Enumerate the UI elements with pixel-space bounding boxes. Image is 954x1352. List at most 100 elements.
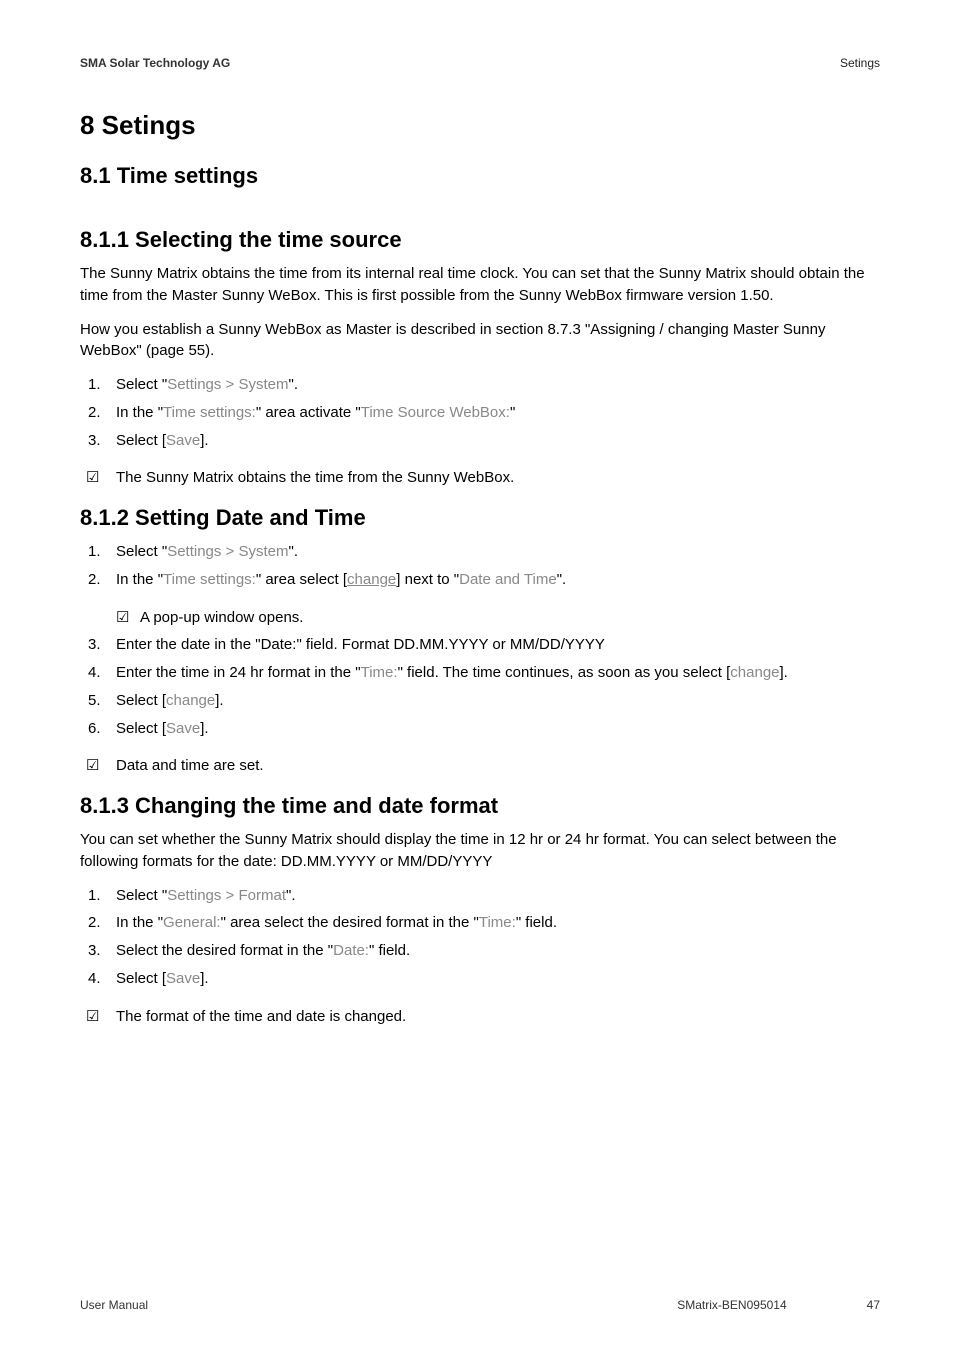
step-text: " area select [ bbox=[256, 571, 347, 588]
section-8-1-title: 8.1 Time settings bbox=[80, 163, 880, 189]
step-text: ]. bbox=[215, 692, 223, 709]
ui-text: Save bbox=[166, 432, 200, 449]
steps-list: 1. Select "Settings > System". 2. In the… bbox=[80, 374, 880, 451]
step-number: 2. bbox=[88, 912, 101, 934]
step-text: In the " bbox=[116, 571, 163, 588]
step-text: ". bbox=[289, 376, 299, 393]
ui-text: Date and Time bbox=[459, 571, 557, 588]
ui-text: change bbox=[166, 692, 215, 709]
check-icon: ☑ bbox=[86, 1006, 99, 1028]
step-item: 4. Select [Save]. bbox=[80, 968, 880, 990]
footer-page-number: 47 bbox=[867, 1298, 880, 1312]
check-icon: ☑ bbox=[86, 467, 99, 489]
header-company: SMA Solar Technology AG bbox=[80, 56, 230, 70]
step-item: 5. Select [change]. bbox=[80, 690, 880, 712]
step-number: 3. bbox=[88, 634, 101, 656]
result-line: ☑ Data and time are set. bbox=[80, 755, 880, 777]
section-8-1-3-title: 8.1.3 Changing the time and date format bbox=[80, 793, 880, 819]
step-text: " field. The time continues, as soon as … bbox=[398, 664, 731, 681]
step-item: 3. Select [Save]. bbox=[80, 430, 880, 452]
ui-link-text: change bbox=[347, 571, 396, 588]
step-text: In the " bbox=[116, 914, 163, 931]
step-text: Select [ bbox=[116, 720, 166, 737]
paragraph: How you establish a Sunny WebBox as Mast… bbox=[80, 319, 880, 363]
result-text: The format of the time and date is chang… bbox=[116, 1008, 406, 1025]
header-section: Setings bbox=[840, 56, 880, 70]
step-item: 1. Select "Settings > Format". bbox=[80, 885, 880, 907]
paragraph: The Sunny Matrix obtains the time from i… bbox=[80, 263, 880, 307]
step-number: 2. bbox=[88, 569, 101, 591]
step-text: Select [ bbox=[116, 432, 166, 449]
step-item: 2. In the "Time settings:" area select [… bbox=[80, 569, 880, 591]
ui-text: Save bbox=[166, 720, 200, 737]
sub-result-text: A pop-up window opens. bbox=[140, 609, 303, 626]
step-text: Enter the time in 24 hr format in the " bbox=[116, 664, 361, 681]
step-number: 4. bbox=[88, 662, 101, 684]
step-item: 4. Enter the time in 24 hr format in the… bbox=[80, 662, 880, 684]
step-text: Select " bbox=[116, 887, 167, 904]
chapter-title: 8 Setings bbox=[80, 110, 880, 141]
step-text: " area activate " bbox=[256, 404, 361, 421]
step-number: 3. bbox=[88, 940, 101, 962]
result-text: Data and time are set. bbox=[116, 757, 264, 774]
check-icon: ☑ bbox=[86, 755, 99, 777]
sub-result-line: ☑ A pop-up window opens. bbox=[80, 607, 880, 629]
step-number: 1. bbox=[88, 541, 101, 563]
ui-text: Settings > Format bbox=[167, 887, 286, 904]
step-number: 5. bbox=[88, 690, 101, 712]
step-text: Enter the date in the "Date:" field. For… bbox=[116, 636, 605, 653]
step-number: 3. bbox=[88, 430, 101, 452]
step-text: ]. bbox=[780, 664, 788, 681]
check-icon: ☑ bbox=[116, 607, 129, 629]
ui-text: change bbox=[730, 664, 779, 681]
step-text: ] next to " bbox=[396, 571, 459, 588]
step-number: 1. bbox=[88, 885, 101, 907]
step-item: 1. Select "Settings > System". bbox=[80, 541, 880, 563]
step-item: 1. Select "Settings > System". bbox=[80, 374, 880, 396]
step-item: 3. Select the desired format in the "Dat… bbox=[80, 940, 880, 962]
steps-list: 3. Enter the date in the "Date:" field. … bbox=[80, 634, 880, 739]
step-text: " bbox=[510, 404, 515, 421]
step-item: 2. In the "Time settings:" area activate… bbox=[80, 402, 880, 424]
ui-text: Time: bbox=[479, 914, 516, 931]
page-footer: User Manual SMatrix-BEN095014 47 bbox=[80, 1298, 880, 1312]
step-number: 1. bbox=[88, 374, 101, 396]
step-item: 6. Select [Save]. bbox=[80, 718, 880, 740]
ui-text: Time settings: bbox=[163, 571, 256, 588]
step-number: 2. bbox=[88, 402, 101, 424]
ui-text: Settings > System bbox=[167, 543, 288, 560]
section-8-1-2-title: 8.1.2 Setting Date and Time bbox=[80, 505, 880, 531]
ui-text: Time Source WebBox: bbox=[361, 404, 510, 421]
step-text: " field. bbox=[516, 914, 557, 931]
footer-document-code: SMatrix-BEN095014 bbox=[677, 1298, 786, 1312]
page-header: SMA Solar Technology AG Setings bbox=[80, 56, 880, 76]
step-text: " area select the desired format in the … bbox=[221, 914, 479, 931]
paragraph: You can set whether the Sunny Matrix sho… bbox=[80, 829, 880, 873]
step-text: ". bbox=[289, 543, 299, 560]
step-text: ]. bbox=[200, 432, 208, 449]
result-line: ☑ The format of the time and date is cha… bbox=[80, 1006, 880, 1028]
step-text: ". bbox=[557, 571, 567, 588]
step-number: 4. bbox=[88, 968, 101, 990]
step-text: Select [ bbox=[116, 970, 166, 987]
ui-text: Date: bbox=[333, 942, 369, 959]
step-text: Select [ bbox=[116, 692, 166, 709]
step-text: " field. bbox=[369, 942, 410, 959]
ui-text: Save bbox=[166, 970, 200, 987]
steps-list: 1. Select "Settings > System". 2. In the… bbox=[80, 541, 880, 591]
step-text: ]. bbox=[200, 720, 208, 737]
ui-text: General: bbox=[163, 914, 221, 931]
result-text: The Sunny Matrix obtains the time from t… bbox=[116, 469, 514, 486]
step-item: 2. In the "General:" area select the des… bbox=[80, 912, 880, 934]
step-text: Select " bbox=[116, 376, 167, 393]
ui-text: Time settings: bbox=[163, 404, 256, 421]
step-number: 6. bbox=[88, 718, 101, 740]
step-text: Select the desired format in the " bbox=[116, 942, 333, 959]
section-8-1-1-title: 8.1.1 Selecting the time source bbox=[80, 227, 880, 253]
ui-text: Time: bbox=[361, 664, 398, 681]
step-item: 3. Enter the date in the "Date:" field. … bbox=[80, 634, 880, 656]
steps-list: 1. Select "Settings > Format". 2. In the… bbox=[80, 885, 880, 990]
footer-left: User Manual bbox=[80, 1298, 148, 1312]
result-line: ☑ The Sunny Matrix obtains the time from… bbox=[80, 467, 880, 489]
step-text: Select " bbox=[116, 543, 167, 560]
